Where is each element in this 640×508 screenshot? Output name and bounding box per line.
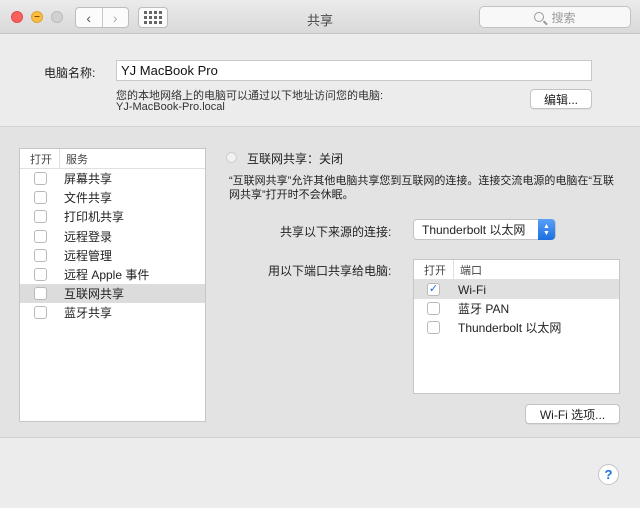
service-row[interactable]: 文件共享: [20, 188, 205, 207]
checkbox[interactable]: ✓: [427, 283, 440, 296]
service-row[interactable]: 屏幕共享: [20, 169, 205, 188]
row-label: 远程 Apple 事件: [64, 268, 150, 283]
checkbox[interactable]: [34, 248, 47, 262]
services-header: 打开 服务: [20, 149, 205, 169]
service-row[interactable]: 远程管理: [20, 246, 205, 265]
row-label: 互联网共享: [64, 287, 125, 302]
checkbox[interactable]: [34, 210, 47, 224]
internet-sharing-status-indicator: [226, 152, 237, 163]
row-label: 文件共享: [64, 191, 113, 206]
help-button[interactable]: ?: [598, 464, 619, 485]
service-row[interactable]: 打印机共享: [20, 207, 205, 226]
checkbox[interactable]: [34, 229, 47, 243]
row-label: 远程登录: [64, 229, 113, 244]
checkbox[interactable]: [34, 306, 47, 320]
search-icon: [534, 12, 545, 22]
col-port-header[interactable]: 端口: [454, 262, 482, 278]
checkbox[interactable]: [34, 172, 47, 186]
ports-header: 打开 端口: [414, 260, 619, 280]
share-from-value: Thunderbolt 以太网: [422, 223, 526, 237]
col-on-header[interactable]: 打开: [414, 260, 454, 279]
select-arrows-icon: ▲ ▼: [538, 219, 555, 240]
share-from-select[interactable]: Thunderbolt 以太网 ▲ ▼: [413, 219, 556, 240]
checkbox[interactable]: [34, 191, 47, 205]
col-on-header[interactable]: 打开: [20, 149, 60, 168]
search-placeholder: 搜索: [551, 10, 576, 25]
row-label: Wi-Fi: [458, 282, 486, 297]
row-label: 打印机共享: [64, 210, 125, 225]
wifi-options-button[interactable]: Wi-Fi 选项...: [525, 404, 620, 424]
title-bar: – ‹ › 共享 搜索: [0, 0, 640, 34]
ports-list: 打开 端口 ✓ Wi-Fi 蓝牙 PAN Thunderbolt 以太网: [413, 259, 620, 394]
internet-sharing-title: 互联网共享：关闭: [247, 152, 344, 166]
computer-name-input[interactable]: YJ MacBook Pro: [116, 60, 592, 81]
share-to-label: 用以下端口共享给电脑:: [268, 264, 392, 278]
service-row[interactable]: 互联网共享: [20, 284, 205, 304]
services-list: 打开 服务 屏幕共享文件共享打印机共享远程登录远程管理远程 Apple 事件 互联…: [19, 148, 206, 422]
checkbox[interactable]: [427, 302, 440, 315]
port-row[interactable]: 蓝牙 PAN: [414, 299, 619, 318]
checkbox[interactable]: [34, 287, 47, 301]
row-label: Thunderbolt 以太网: [458, 321, 562, 335]
row-label: 远程管理: [64, 248, 113, 263]
row-label: 蓝牙 PAN: [458, 302, 510, 316]
col-service-header[interactable]: 服务: [60, 151, 88, 167]
search-field[interactable]: 搜索: [479, 6, 631, 28]
checkbox[interactable]: [427, 321, 440, 334]
share-from-label: 共享以下来源的连接:: [280, 225, 392, 239]
edit-button[interactable]: 编辑...: [530, 89, 592, 109]
service-row[interactable]: 蓝牙共享: [20, 303, 205, 322]
checkmark-icon: ✓: [428, 283, 439, 295]
computer-name-label: 电脑名称:: [44, 66, 96, 80]
computer-address: YJ-MacBook-Pro.local: [116, 101, 225, 113]
row-label: 蓝牙共享: [64, 306, 113, 321]
service-row[interactable]: 远程 Apple 事件: [20, 265, 205, 284]
row-label: 屏幕共享: [64, 172, 113, 187]
port-row[interactable]: Thunderbolt 以太网: [414, 318, 619, 337]
port-row[interactable]: ✓ Wi-Fi: [414, 280, 619, 299]
internet-sharing-description-2: 网共享”打开时不会休眠。: [229, 189, 354, 201]
help-icon: ?: [604, 467, 613, 482]
service-row[interactable]: 远程登录: [20, 227, 205, 246]
checkbox[interactable]: [34, 268, 47, 282]
